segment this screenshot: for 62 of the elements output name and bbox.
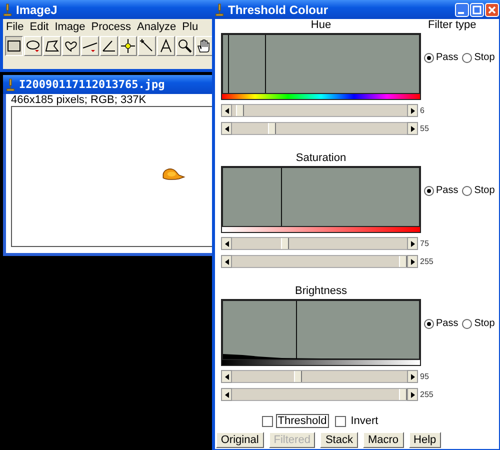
channel-label: Hue <box>310 19 332 32</box>
wand-tool-icon <box>139 38 155 54</box>
rectangle-tool-icon <box>6 38 22 54</box>
slider-thumb[interactable] <box>399 389 407 400</box>
slider-thumb[interactable] <box>281 238 290 249</box>
text-tool-icon <box>158 38 174 54</box>
action-button[interactable]: Original <box>216 432 264 448</box>
channel-label: Saturation <box>296 152 346 165</box>
checkbox-label[interactable]: Threshold <box>276 414 329 428</box>
slider-thumb[interactable] <box>294 371 302 382</box>
menu-item[interactable]: File <box>6 21 24 33</box>
menu-item[interactable]: Process <box>91 21 132 33</box>
radio-label[interactable]: Stop <box>474 185 495 196</box>
radio-button[interactable] <box>424 318 434 328</box>
checkbox[interactable] <box>262 416 273 426</box>
window-title: Threshold Colour <box>228 2 328 16</box>
radio-label[interactable]: Pass <box>436 185 458 196</box>
minimize-button[interactable] <box>455 2 469 16</box>
radio-button[interactable] <box>424 52 434 62</box>
radio-label[interactable]: Stop <box>474 318 495 329</box>
microscope-icon <box>3 3 12 16</box>
channel-label: Brightness <box>295 285 347 298</box>
image-info: 466x185 pixels; RGB; 337K <box>11 94 148 106</box>
slider-value: 75 <box>420 239 429 248</box>
slider-thumb[interactable] <box>268 123 276 134</box>
checkbox-label[interactable]: Invert <box>348 414 380 428</box>
action-button[interactable]: Stack <box>320 432 358 448</box>
menu-item[interactable]: Analyze <box>137 21 176 33</box>
menu-item[interactable]: Plu <box>182 21 198 33</box>
menu-item[interactable]: Edit <box>30 21 49 33</box>
menu-item[interactable]: Image <box>54 21 86 33</box>
microscope-icon <box>6 78 15 91</box>
polygon-tool-icon <box>44 38 60 54</box>
slider-value: 55 <box>420 124 429 133</box>
oval-tool-icon <box>25 38 41 54</box>
close-button[interactable] <box>485 2 499 16</box>
action-button[interactable]: Help <box>408 432 442 448</box>
slider-value: 6 <box>420 106 424 115</box>
point-tool-icon <box>120 38 136 54</box>
maximize-button[interactable] <box>470 2 484 16</box>
radio-label[interactable]: Stop <box>474 52 495 63</box>
slider-value: 255 <box>420 390 434 399</box>
tool-button[interactable] <box>5 36 23 56</box>
hand-tool-icon <box>196 38 212 54</box>
slider-thumb[interactable] <box>399 256 407 267</box>
filter-type-label: Filter type <box>428 19 478 32</box>
slider-value: 255 <box>420 257 434 266</box>
window-title: I20090117112013765.jpg <box>19 78 165 91</box>
radio-label[interactable]: Pass <box>436 318 458 329</box>
radio-button[interactable] <box>462 186 472 196</box>
radio-button[interactable] <box>462 52 472 62</box>
slider-thumb[interactable] <box>236 105 244 116</box>
slider-value: 95 <box>420 372 429 381</box>
checkbox[interactable] <box>334 416 346 426</box>
radio-button[interactable] <box>462 318 472 328</box>
microscope-icon <box>215 3 224 16</box>
zoom-tool-icon <box>177 38 193 54</box>
action-button[interactable]: Macro <box>362 432 404 448</box>
radio-label[interactable]: Pass <box>436 52 458 63</box>
angle-tool-icon <box>101 38 117 54</box>
radio-button[interactable] <box>424 186 434 196</box>
window-title: ImageJ <box>16 2 58 16</box>
